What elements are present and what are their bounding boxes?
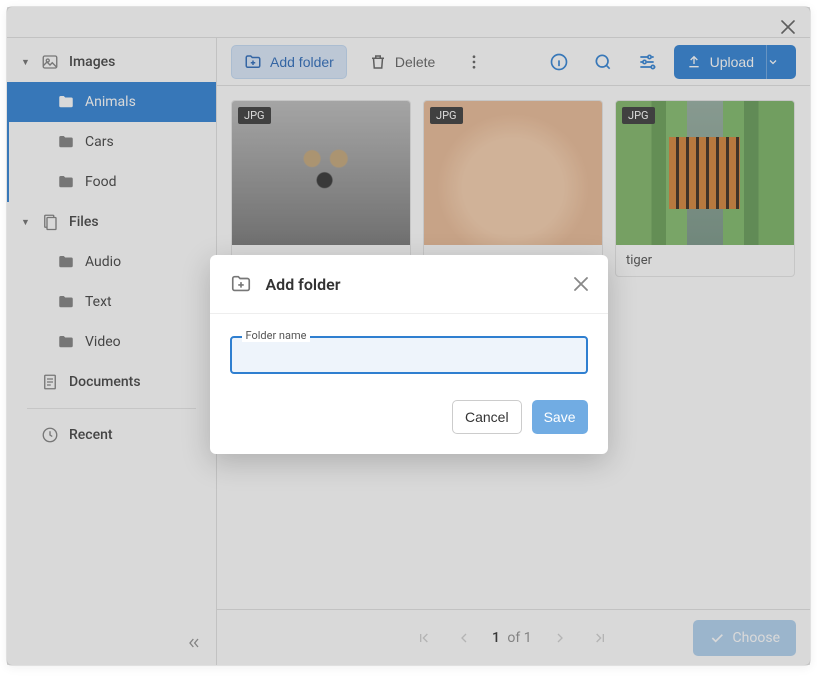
button-label: Save: [544, 409, 576, 425]
add-folder-modal: Add folder Folder name Cancel Save: [210, 255, 608, 454]
field-label: Folder name: [242, 329, 311, 342]
folder-name-input[interactable]: [232, 338, 586, 372]
folder-add-icon: [230, 273, 252, 295]
modal-close-button[interactable]: [574, 277, 588, 291]
cancel-button[interactable]: Cancel: [452, 400, 522, 434]
modal-title: Add folder: [266, 275, 560, 294]
modal-overlay[interactable]: Add folder Folder name Cancel Save: [7, 7, 810, 665]
folder-name-field: Folder name: [230, 336, 588, 374]
save-button[interactable]: Save: [532, 400, 588, 434]
file-picker-dialog: ▼ Images Animals: [6, 6, 811, 666]
button-label: Cancel: [465, 409, 509, 425]
